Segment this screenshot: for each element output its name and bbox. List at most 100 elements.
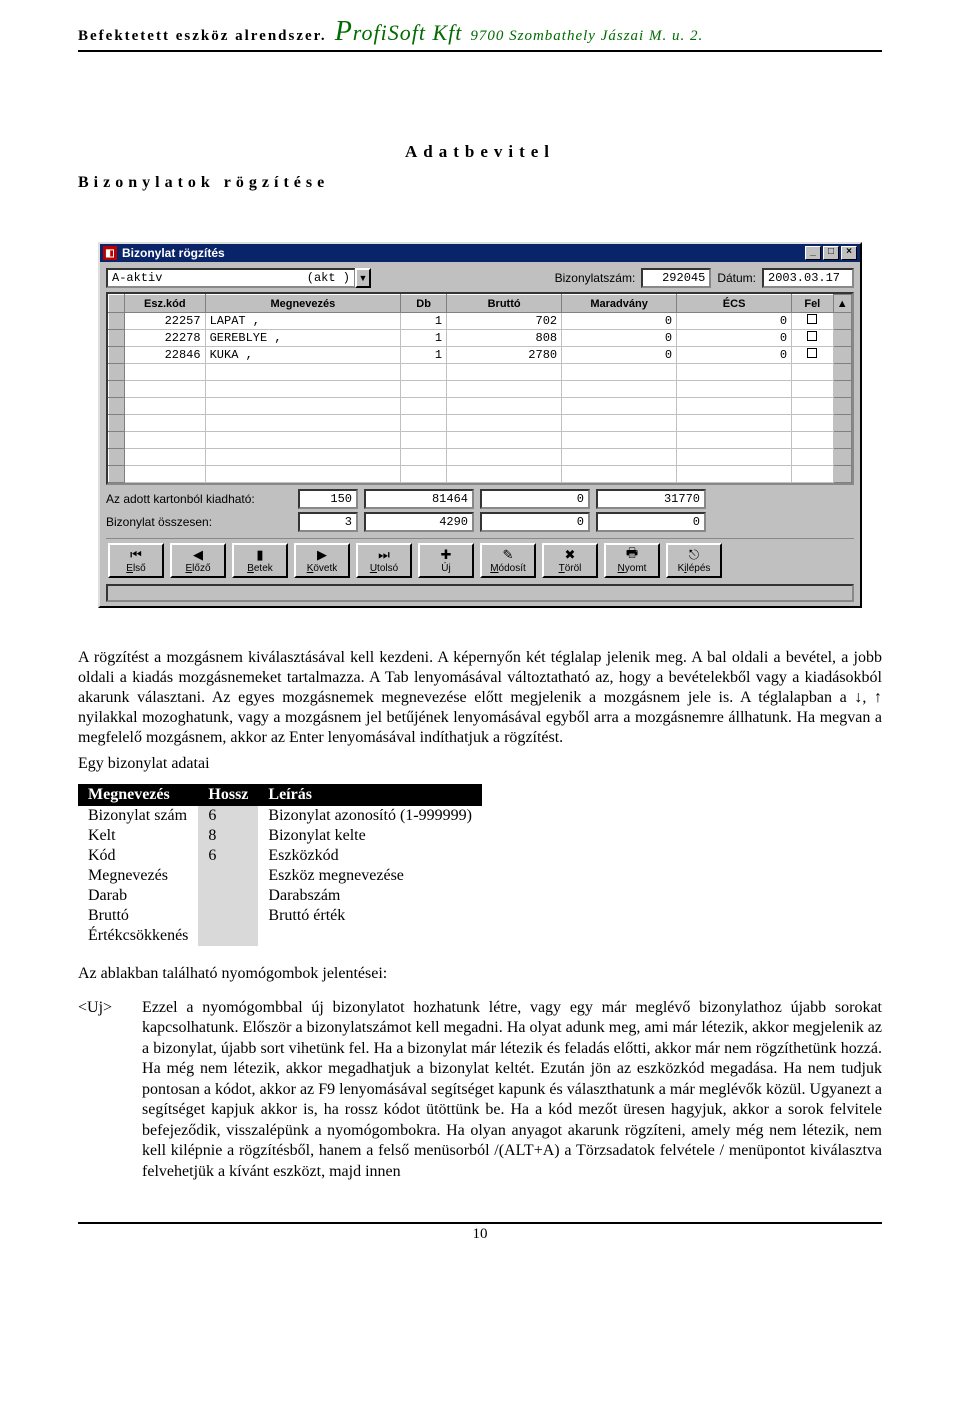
bizonylatszam-field[interactable]: 292045 <box>641 268 711 288</box>
cell-fel[interactable] <box>792 398 833 415</box>
col-eszkod[interactable]: Esz.kód <box>125 295 206 313</box>
cell-megnevezes[interactable] <box>205 415 401 432</box>
datum-field[interactable]: 2003.03.17 <box>762 268 854 288</box>
cell-db[interactable] <box>401 398 447 415</box>
toolbar-nyomt-button[interactable]: 🖶Nyomt <box>604 543 660 578</box>
toolbar-módosít-button[interactable]: ✎Módosít <box>480 543 536 578</box>
cell-brutto[interactable] <box>447 466 562 483</box>
table-row[interactable]: 22257LAPAT ,170200 <box>109 313 852 330</box>
cell-db[interactable] <box>401 449 447 466</box>
cell-fel[interactable] <box>792 347 833 364</box>
close-button[interactable]: × <box>841 246 857 260</box>
col-maradvany[interactable]: Maradvány <box>562 295 677 313</box>
maximize-button[interactable]: □ <box>823 246 839 260</box>
col-db[interactable]: Db <box>401 295 447 313</box>
cell-brutto[interactable] <box>447 432 562 449</box>
scrollbar-track[interactable] <box>833 466 852 483</box>
cell-db[interactable]: 1 <box>401 330 447 347</box>
table-row[interactable] <box>109 432 852 449</box>
cell-eszkod[interactable]: 22846 <box>125 347 206 364</box>
cell-eszkod[interactable] <box>125 381 206 398</box>
row-handle[interactable] <box>109 449 125 466</box>
table-row[interactable] <box>109 381 852 398</box>
cell-ecs[interactable] <box>677 364 792 381</box>
cell-brutto[interactable] <box>447 364 562 381</box>
cell-fel[interactable] <box>792 466 833 483</box>
cell-maradvany[interactable]: 0 <box>562 347 677 364</box>
cell-fel[interactable] <box>792 313 833 330</box>
mozgasnem-combo[interactable]: A-aktiv (akt ) ▼ <box>106 268 371 288</box>
cell-db[interactable] <box>401 466 447 483</box>
cell-ecs[interactable] <box>677 466 792 483</box>
toolbar-kilépés-button[interactable]: ⎋Kilépés <box>666 543 722 578</box>
cell-eszkod[interactable] <box>125 466 206 483</box>
toolbar-követk-button[interactable]: ▶Követk <box>294 543 350 578</box>
row-handle[interactable] <box>109 330 125 347</box>
cell-maradvany[interactable] <box>562 398 677 415</box>
scrollbar-track[interactable] <box>833 398 852 415</box>
row-handle[interactable] <box>109 432 125 449</box>
row-handle[interactable] <box>109 381 125 398</box>
cell-db[interactable] <box>401 364 447 381</box>
cell-db[interactable]: 1 <box>401 347 447 364</box>
cell-brutto[interactable] <box>447 415 562 432</box>
cell-maradvany[interactable] <box>562 415 677 432</box>
cell-ecs[interactable] <box>677 398 792 415</box>
scrollbar-track[interactable] <box>833 432 852 449</box>
cell-db[interactable]: 1 <box>401 313 447 330</box>
cell-eszkod[interactable] <box>125 398 206 415</box>
table-row[interactable] <box>109 449 852 466</box>
cell-ecs[interactable] <box>677 415 792 432</box>
row-handle[interactable] <box>109 398 125 415</box>
cell-brutto[interactable]: 808 <box>447 330 562 347</box>
table-row[interactable]: 22278GEREBLYE ,180800 <box>109 330 852 347</box>
scrollbar-track[interactable] <box>833 449 852 466</box>
data-grid[interactable]: Esz.kód Megnevezés Db Bruttó Maradvány É… <box>106 292 854 485</box>
toolbar-töröl-button[interactable]: ✖Töröl <box>542 543 598 578</box>
table-row[interactable] <box>109 415 852 432</box>
scrollbar-track[interactable] <box>833 415 852 432</box>
scroll-up-icon[interactable]: ▲ <box>833 295 852 313</box>
cell-brutto[interactable] <box>447 449 562 466</box>
cell-fel[interactable] <box>792 330 833 347</box>
table-row[interactable] <box>109 364 852 381</box>
cell-megnevezes[interactable]: KUKA , <box>205 347 401 364</box>
col-megnevezes[interactable]: Megnevezés <box>205 295 401 313</box>
cell-db[interactable] <box>401 381 447 398</box>
cell-fel[interactable] <box>792 449 833 466</box>
cell-ecs[interactable]: 0 <box>677 313 792 330</box>
cell-maradvany[interactable] <box>562 466 677 483</box>
row-handle[interactable] <box>109 466 125 483</box>
row-handle[interactable] <box>109 313 125 330</box>
cell-brutto[interactable] <box>447 381 562 398</box>
scrollbar-track[interactable] <box>833 381 852 398</box>
cell-db[interactable] <box>401 415 447 432</box>
toolbar-előző-button[interactable]: ◀Előző <box>170 543 226 578</box>
table-row[interactable]: 22846KUKA ,1278000 <box>109 347 852 364</box>
cell-maradvany[interactable]: 0 <box>562 330 677 347</box>
scrollbar-track[interactable] <box>833 330 852 347</box>
cell-maradvany[interactable] <box>562 381 677 398</box>
toolbar-betek-button[interactable]: ▮Betek <box>232 543 288 578</box>
cell-maradvany[interactable] <box>562 449 677 466</box>
row-handle[interactable] <box>109 364 125 381</box>
cell-ecs[interactable] <box>677 449 792 466</box>
cell-megnevezes[interactable] <box>205 449 401 466</box>
cell-eszkod[interactable] <box>125 432 206 449</box>
col-fel[interactable]: Fel <box>792 295 833 313</box>
cell-brutto[interactable]: 702 <box>447 313 562 330</box>
cell-megnevezes[interactable] <box>205 364 401 381</box>
cell-eszkod[interactable] <box>125 415 206 432</box>
cell-megnevezes[interactable] <box>205 466 401 483</box>
cell-maradvany[interactable] <box>562 432 677 449</box>
table-row[interactable] <box>109 398 852 415</box>
cell-megnevezes[interactable]: GEREBLYE , <box>205 330 401 347</box>
chevron-down-icon[interactable]: ▼ <box>355 268 371 288</box>
cell-eszkod[interactable]: 22257 <box>125 313 206 330</box>
cell-megnevezes[interactable]: LAPAT , <box>205 313 401 330</box>
cell-ecs[interactable]: 0 <box>677 330 792 347</box>
cell-maradvany[interactable] <box>562 364 677 381</box>
cell-maradvany[interactable]: 0 <box>562 313 677 330</box>
cell-ecs[interactable] <box>677 381 792 398</box>
cell-db[interactable] <box>401 432 447 449</box>
